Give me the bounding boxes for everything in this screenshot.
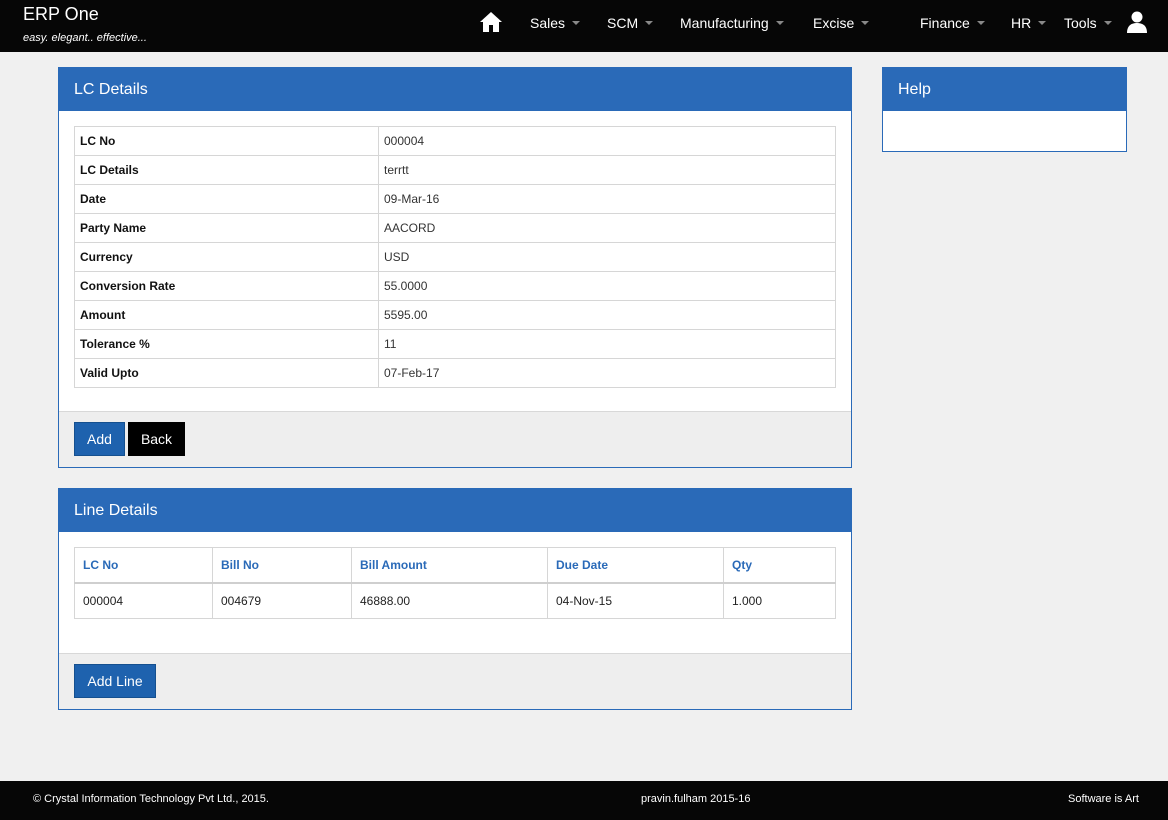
field-label: Tolerance % <box>74 329 379 359</box>
app-title: ERP One <box>23 4 99 24</box>
field-label: Party Name <box>74 213 379 243</box>
nav-item-scm[interactable]: SCM <box>607 15 680 31</box>
nav-item-tools[interactable]: Tools <box>1064 15 1124 31</box>
caret-down-icon <box>976 21 985 25</box>
field-value: 07-Feb-17 <box>378 358 836 388</box>
cell-bill-amount: 46888.00 <box>351 582 548 619</box>
help-panel: Help <box>882 67 1127 152</box>
nav-item-label: Sales <box>530 15 566 31</box>
panel-title: Line Details <box>59 489 851 532</box>
table-row: Date 09-Mar-16 <box>74 184 836 214</box>
cell-bill-no: 004679 <box>212 582 352 619</box>
caret-down-icon <box>1038 21 1047 25</box>
table-row: Tolerance % 11 <box>74 329 836 359</box>
field-label: Currency <box>74 242 379 272</box>
field-value: 000004 <box>378 126 836 156</box>
nav-item-label: SCM <box>607 15 639 31</box>
nav-item-label: Finance <box>920 15 970 31</box>
table-header-row: LC No Bill No Bill Amount Due Date Qty <box>74 547 836 584</box>
column-header-bill-amount[interactable]: Bill Amount <box>351 547 548 584</box>
nav-item-manufacturing[interactable]: Manufacturing <box>680 15 813 31</box>
field-value: 5595.00 <box>378 300 836 330</box>
table-row: Conversion Rate 55.0000 <box>74 271 836 301</box>
field-value: 55.0000 <box>378 271 836 301</box>
main-menu: Sales SCM Manufacturing Excise Finance H… <box>530 15 1124 31</box>
slogan-text: Software is Art <box>1068 793 1139 805</box>
column-header-qty[interactable]: Qty <box>723 547 836 584</box>
panel-title: LC Details <box>59 68 851 111</box>
add-line-button[interactable]: Add Line <box>74 664 156 698</box>
table-row: LC Details terrtt <box>74 155 836 185</box>
column-header-bill-no[interactable]: Bill No <box>212 547 352 584</box>
line-details-panel: Line Details LC No Bill No Bill Amount D… <box>58 488 852 710</box>
home-icon[interactable] <box>479 11 503 33</box>
session-user-text: pravin.fulham 2015-16 <box>641 793 751 805</box>
field-value: terrtt <box>378 155 836 185</box>
nav-item-hr[interactable]: HR <box>1011 15 1064 31</box>
column-header-due-date[interactable]: Due Date <box>547 547 724 584</box>
line-details-table: LC No Bill No Bill Amount Due Date Qty 0… <box>74 547 836 619</box>
lc-details-table: LC No 000004 LC Details terrtt Date 09-Mar-… <box>74 126 836 388</box>
user-icon[interactable] <box>1126 11 1148 33</box>
panel-footer: Add Back <box>59 411 851 467</box>
column-header-lc-no[interactable]: LC No <box>74 547 213 584</box>
caret-down-icon <box>645 21 654 25</box>
nav-item-label: Excise <box>813 15 855 31</box>
lc-details-panel: LC Details LC No 000004 LC Details terrtt … <box>58 67 852 468</box>
caret-down-icon <box>775 21 784 25</box>
caret-down-icon <box>572 21 581 25</box>
panel-title: Help <box>883 68 1126 111</box>
table-row[interactable]: 000004 004679 46888.00 04-Nov-15 1.000 <box>74 582 836 619</box>
nav-item-label: HR <box>1011 15 1032 31</box>
cell-qty: 1.000 <box>723 582 836 619</box>
table-row: Party Name AACORD <box>74 213 836 243</box>
nav-item-excise[interactable]: Excise <box>813 15 920 31</box>
table-row: LC No 000004 <box>74 126 836 156</box>
field-value: 09-Mar-16 <box>378 184 836 214</box>
copyright-text: © Crystal Information Technology Pvt Ltd… <box>33 793 269 805</box>
table-row: Valid Upto 07-Feb-17 <box>74 358 836 388</box>
field-label: Valid Upto <box>74 358 379 388</box>
caret-down-icon <box>861 21 870 25</box>
top-navbar: ERP One easy. elegant.. effective... Sal… <box>0 0 1168 52</box>
back-button[interactable]: Back <box>128 422 185 456</box>
table-row: Currency USD <box>74 242 836 272</box>
table-row: Amount 5595.00 <box>74 300 836 330</box>
field-value: 11 <box>378 329 836 359</box>
cell-due-date: 04-Nov-15 <box>547 582 724 619</box>
nav-item-finance[interactable]: Finance <box>920 15 1011 31</box>
field-label: LC Details <box>74 155 379 185</box>
brand[interactable]: ERP One easy. elegant.. effective... <box>23 4 147 44</box>
page-footer: © Crystal Information Technology Pvt Ltd… <box>0 781 1168 820</box>
caret-down-icon <box>1103 21 1112 25</box>
nav-item-label: Tools <box>1064 15 1097 31</box>
field-label: Conversion Rate <box>74 271 379 301</box>
app-tagline: easy. elegant.. effective... <box>23 32 147 44</box>
nav-item-sales[interactable]: Sales <box>530 15 607 31</box>
field-label: Amount <box>74 300 379 330</box>
add-button[interactable]: Add <box>74 422 125 456</box>
field-label: LC No <box>74 126 379 156</box>
field-label: Date <box>74 184 379 214</box>
panel-footer: Add Line <box>59 653 851 709</box>
nav-item-label: Manufacturing <box>680 15 769 31</box>
cell-lc-no: 000004 <box>74 582 213 619</box>
field-value: AACORD <box>378 213 836 243</box>
field-value: USD <box>378 242 836 272</box>
